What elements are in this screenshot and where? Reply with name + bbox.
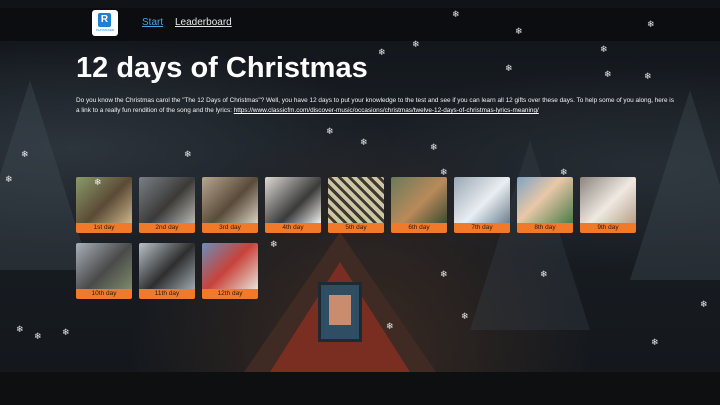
day-tile[interactable]: 6th day — [391, 177, 447, 233]
snowflake-icon: ❄ — [94, 177, 102, 187]
day-tile[interactable]: 2nd day — [139, 177, 195, 233]
day-tile-image — [454, 177, 510, 223]
snowy-tree — [630, 90, 720, 280]
nav-link-leaderboard[interactable]: Leaderboard — [175, 17, 232, 28]
snowflake-icon: ❄ — [600, 44, 608, 54]
snowflake-icon: ❄ — [540, 269, 548, 279]
day-tile[interactable]: 7th day — [454, 177, 510, 233]
day-tile-image — [517, 177, 573, 223]
day-tile-label: 9th day — [580, 223, 636, 233]
day-tile-label: 12th day — [202, 289, 258, 299]
snowflake-icon: ❄ — [461, 311, 469, 321]
page-title: 12 days of Christmas — [76, 52, 368, 84]
day-tile[interactable]: 12th day — [202, 243, 258, 299]
snowflake-icon: ❄ — [16, 324, 24, 334]
day-tile-label: 10th day — [76, 289, 132, 299]
day-tile[interactable]: 9th day — [580, 177, 636, 233]
intro-paragraph: Do you know the Christmas carol the "The… — [76, 96, 676, 116]
day-tile[interactable]: 11th day — [139, 243, 195, 299]
snowflake-icon: ❄ — [5, 174, 13, 184]
day-tile-label: 5th day — [328, 223, 384, 233]
snowflake-icon: ❄ — [412, 39, 420, 49]
day-tile-image — [580, 177, 636, 223]
day-tile[interactable]: 8th day — [517, 177, 573, 233]
snowflake-icon: ❄ — [651, 337, 659, 347]
snowflake-icon: ❄ — [440, 269, 448, 279]
day-tile-image — [391, 177, 447, 223]
nav-link-start[interactable]: Start — [142, 17, 163, 28]
day-tile-image — [265, 177, 321, 223]
snowflake-icon: ❄ — [452, 9, 460, 19]
day-tile-image — [76, 177, 132, 223]
logo-icon: R — [98, 13, 111, 27]
snowflake-icon: ❄ — [21, 149, 29, 159]
bottom-bar — [0, 372, 720, 405]
day-tile-image — [202, 243, 258, 289]
snowflake-icon: ❄ — [700, 299, 708, 309]
day-tile-image — [202, 177, 258, 223]
snowflake-icon: ❄ — [270, 239, 278, 249]
snowflake-icon: ❄ — [184, 149, 192, 159]
day-tile-image — [139, 243, 195, 289]
logo-text: PLAYMAKER — [95, 28, 115, 32]
snowflake-icon: ❄ — [505, 63, 513, 73]
snowflake-icon: ❄ — [440, 167, 448, 177]
day-tile-label: 6th day — [391, 223, 447, 233]
day-tile-label: 8th day — [517, 223, 573, 233]
day-tile-label: 11th day — [139, 289, 195, 299]
snowflake-icon: ❄ — [430, 142, 438, 152]
snowflake-icon: ❄ — [604, 69, 612, 79]
song-link[interactable]: https://www.classicfm.com/discover-music… — [234, 107, 539, 114]
day-tile[interactable]: 10th day — [76, 243, 132, 299]
snowflake-icon: ❄ — [360, 137, 368, 147]
snowflake-icon: ❄ — [386, 321, 394, 331]
snowflake-icon: ❄ — [34, 331, 42, 341]
app-logo[interactable]: R PLAYMAKER — [92, 10, 118, 36]
snowflake-icon: ❄ — [560, 167, 568, 177]
day-tile[interactable]: 1st day — [76, 177, 132, 233]
day-tile-label: 4th day — [265, 223, 321, 233]
snowflake-icon: ❄ — [644, 71, 652, 81]
snowflake-icon: ❄ — [326, 126, 334, 136]
day-tile-image — [76, 243, 132, 289]
day-tile[interactable]: 3rd day — [202, 177, 258, 233]
snowflake-icon: ❄ — [62, 327, 70, 337]
day-tile-label: 7th day — [454, 223, 510, 233]
day-tile-label: 1st day — [76, 223, 132, 233]
day-tile-image — [328, 177, 384, 223]
snowflake-icon: ❄ — [378, 47, 386, 57]
snowflake-icon: ❄ — [515, 26, 523, 36]
snowflake-icon: ❄ — [647, 19, 655, 29]
day-tile[interactable]: 4th day — [265, 177, 321, 233]
cabin-window — [318, 282, 362, 342]
day-tile-label: 3rd day — [202, 223, 258, 233]
day-tile[interactable]: 5th day — [328, 177, 384, 233]
day-tile-image — [139, 177, 195, 223]
snowy-tree — [470, 140, 590, 330]
day-tile-label: 2nd day — [139, 223, 195, 233]
